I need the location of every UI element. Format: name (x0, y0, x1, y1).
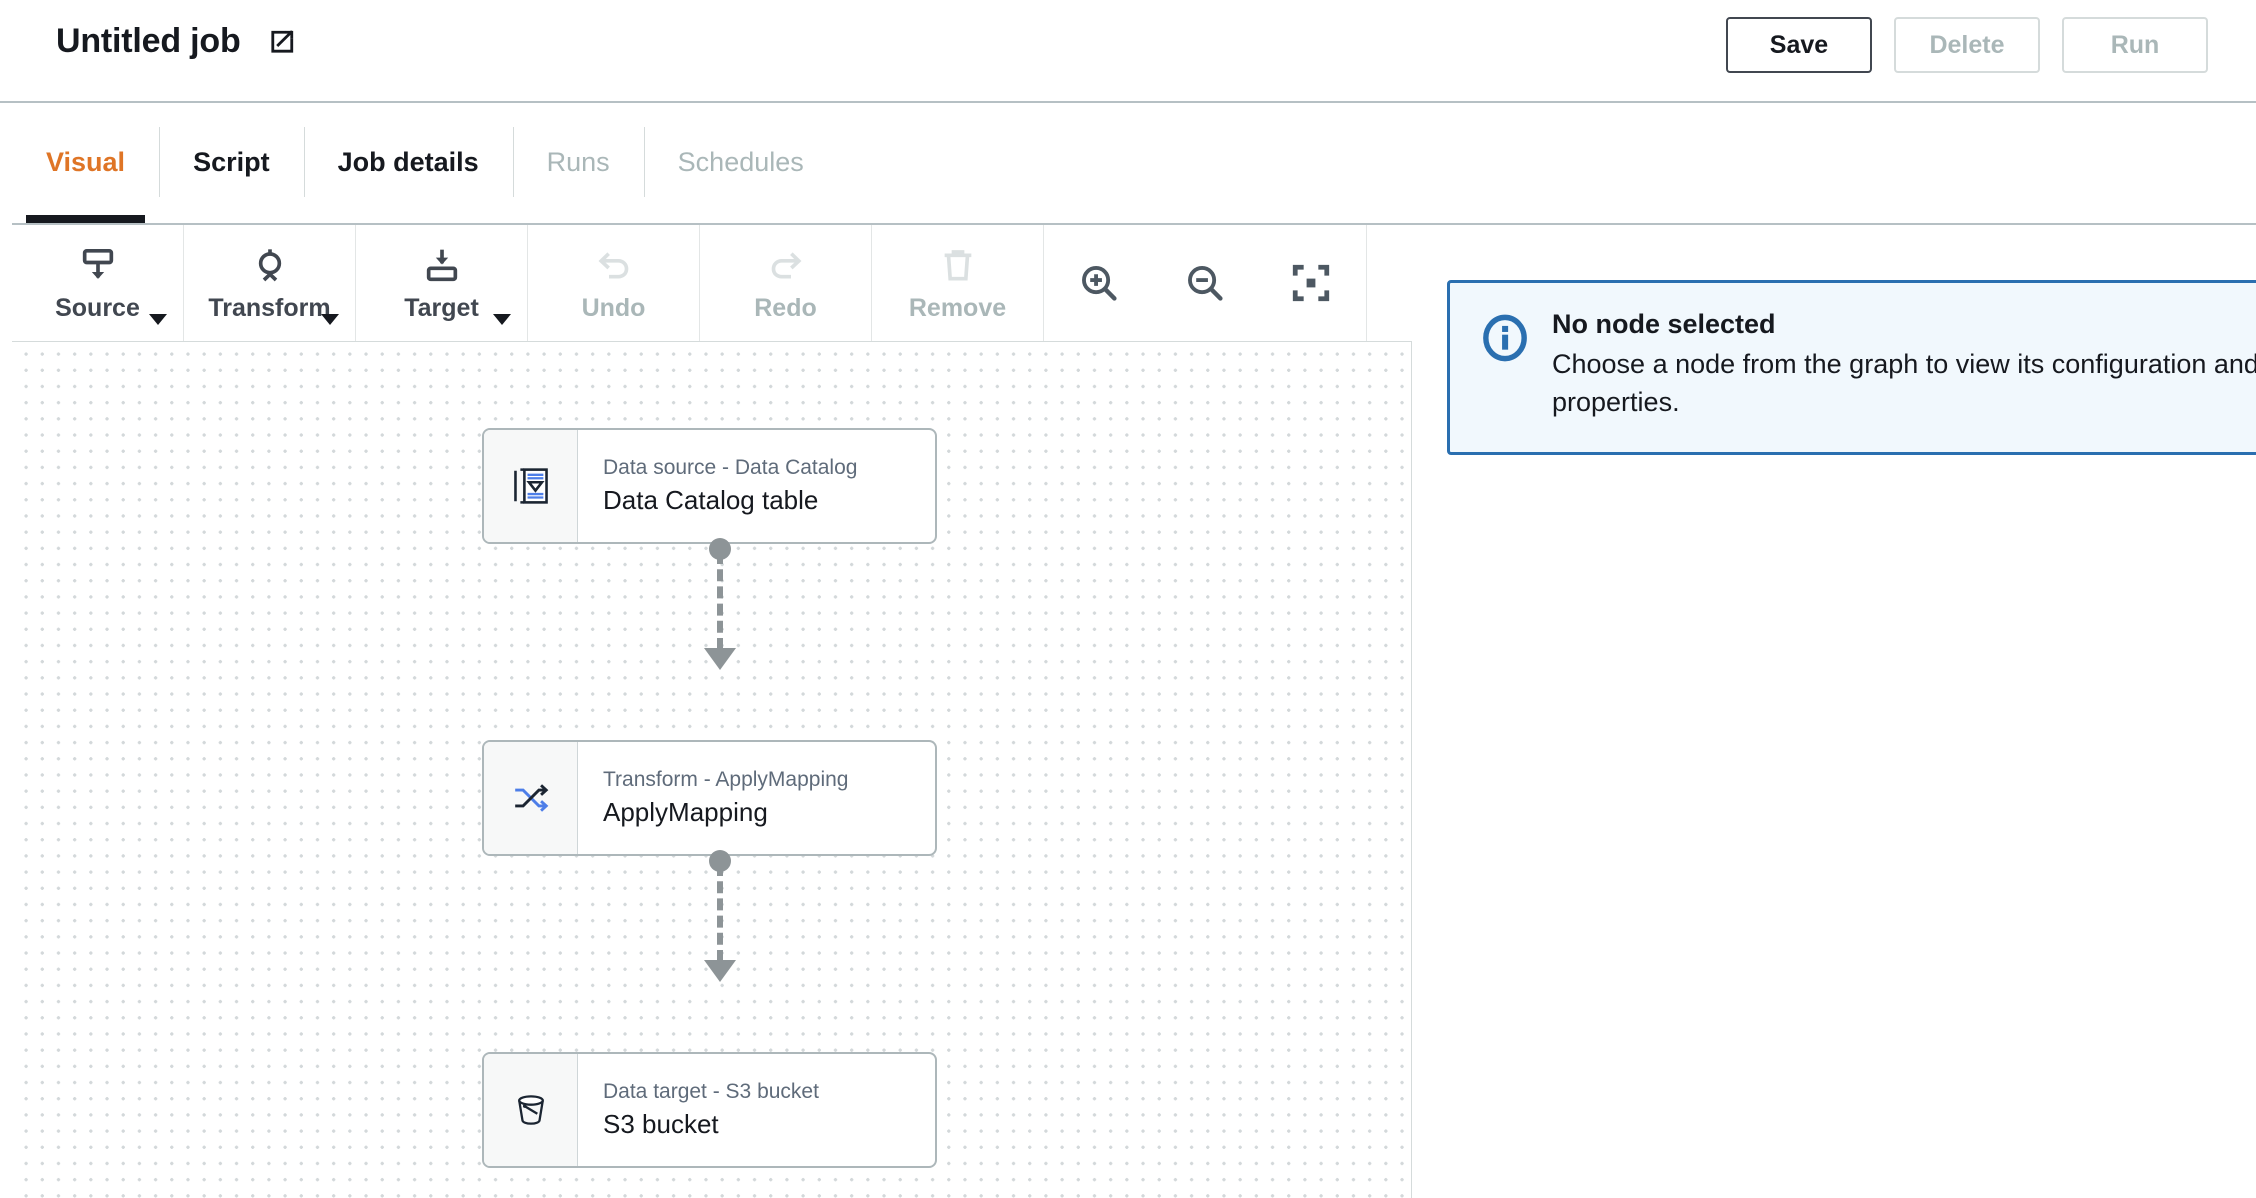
tab-runs[interactable]: Runs (512, 101, 644, 223)
tab-bar: Visual Script Job details Runs Schedules (12, 103, 2256, 225)
graph-node-type: Data target - S3 bucket (603, 1080, 819, 1103)
toolbar-source-label: Source (55, 294, 140, 322)
graph-node-name: S3 bucket (603, 1109, 719, 1139)
toolbar-target-label: Target (404, 294, 479, 322)
run-button[interactable]: Run (2062, 17, 2208, 73)
no-node-selected-alert: No node selected Choose a node from the … (1447, 280, 2256, 455)
source-node-icon (78, 243, 118, 287)
apply-mapping-icon (484, 742, 578, 854)
graph-node-name: ApplyMapping (603, 797, 768, 827)
graph-node-type: Transform - ApplyMapping (603, 768, 849, 791)
edge-dashed-line (717, 552, 723, 650)
s3-bucket-icon (484, 1054, 578, 1166)
graph-node-name: Data Catalog table (603, 485, 819, 515)
transform-node-icon (250, 243, 290, 287)
tab-script[interactable]: Script (159, 101, 304, 223)
graph-edge-transform-to-target (704, 850, 736, 982)
info-circle-icon (1480, 313, 1530, 422)
page-title: Untitled job (56, 22, 241, 60)
graph-edge-source-to-transform (704, 538, 736, 670)
undo-arrow-icon (594, 243, 634, 287)
tab-visual[interactable]: Visual (12, 101, 159, 223)
alert-text-block: No node selected Choose a node from the … (1552, 309, 2256, 422)
toolbar-remove-label: Remove (908, 294, 1007, 322)
redo-arrow-icon (766, 243, 806, 287)
toolbar-transform-label: Transform (208, 294, 331, 322)
job-graph-canvas[interactable]: Data source - Data Catalog Data Catalog … (12, 342, 1412, 1198)
chevron-down-icon[interactable] (493, 314, 511, 325)
edge-dashed-line (717, 864, 723, 962)
tab-job-details[interactable]: Job details (303, 101, 513, 223)
graph-toolbar: Source Transform Target Undo Redo Remove (12, 225, 1412, 342)
toolbar-redo-label: Redo (754, 294, 817, 322)
graph-node-labels: Transform - ApplyMapping ApplyMapping (578, 742, 935, 854)
delete-button[interactable]: Delete (1894, 17, 2040, 73)
zoom-in-icon[interactable] (1070, 254, 1128, 312)
edit-pencil-icon[interactable] (269, 29, 295, 55)
data-catalog-table-icon (484, 430, 578, 542)
glue-studio-visual-editor: Untitled job Save Delete Run Visual Scri… (0, 0, 2256, 1198)
graph-node-labels: Data target - S3 bucket S3 bucket (578, 1054, 935, 1166)
fit-to-screen-icon[interactable] (1282, 254, 1340, 312)
graph-node-data-catalog-table[interactable]: Data source - Data Catalog Data Catalog … (482, 428, 937, 544)
trash-icon (938, 243, 978, 287)
edge-arrowhead (704, 648, 736, 670)
tab-schedules[interactable]: Schedules (643, 101, 838, 223)
header-action-buttons: Save Delete Run (1726, 17, 2208, 73)
alert-body: Choose a node from the graph to view its… (1552, 349, 2256, 417)
graph-node-type: Data source - Data Catalog (603, 456, 858, 479)
toolbar-remove-button[interactable]: Remove (872, 225, 1044, 341)
header-title-group: Untitled job (56, 22, 295, 61)
save-button[interactable]: Save (1726, 17, 1872, 73)
graph-node-apply-mapping[interactable]: Transform - ApplyMapping ApplyMapping (482, 740, 937, 856)
target-node-icon (422, 243, 462, 287)
chevron-down-icon[interactable] (321, 314, 339, 325)
zoom-controls (1044, 225, 1367, 341)
toolbar-undo-button[interactable]: Undo (528, 225, 700, 341)
page-header: Untitled job Save Delete Run (0, 0, 2256, 103)
toolbar-transform-button[interactable]: Transform (184, 225, 356, 341)
alert-title: No node selected (1552, 309, 1776, 339)
toolbar-source-button[interactable]: Source (12, 225, 184, 341)
toolbar-redo-button[interactable]: Redo (700, 225, 872, 341)
edge-arrowhead (704, 960, 736, 982)
toolbar-target-button[interactable]: Target (356, 225, 528, 341)
toolbar-undo-label: Undo (581, 294, 646, 322)
graph-node-s3-bucket[interactable]: Data target - S3 bucket S3 bucket (482, 1052, 937, 1168)
node-details-panel: No node selected Choose a node from the … (1413, 225, 2256, 1198)
chevron-down-icon[interactable] (149, 314, 167, 325)
zoom-out-icon[interactable] (1176, 254, 1234, 312)
graph-node-labels: Data source - Data Catalog Data Catalog … (578, 430, 935, 542)
